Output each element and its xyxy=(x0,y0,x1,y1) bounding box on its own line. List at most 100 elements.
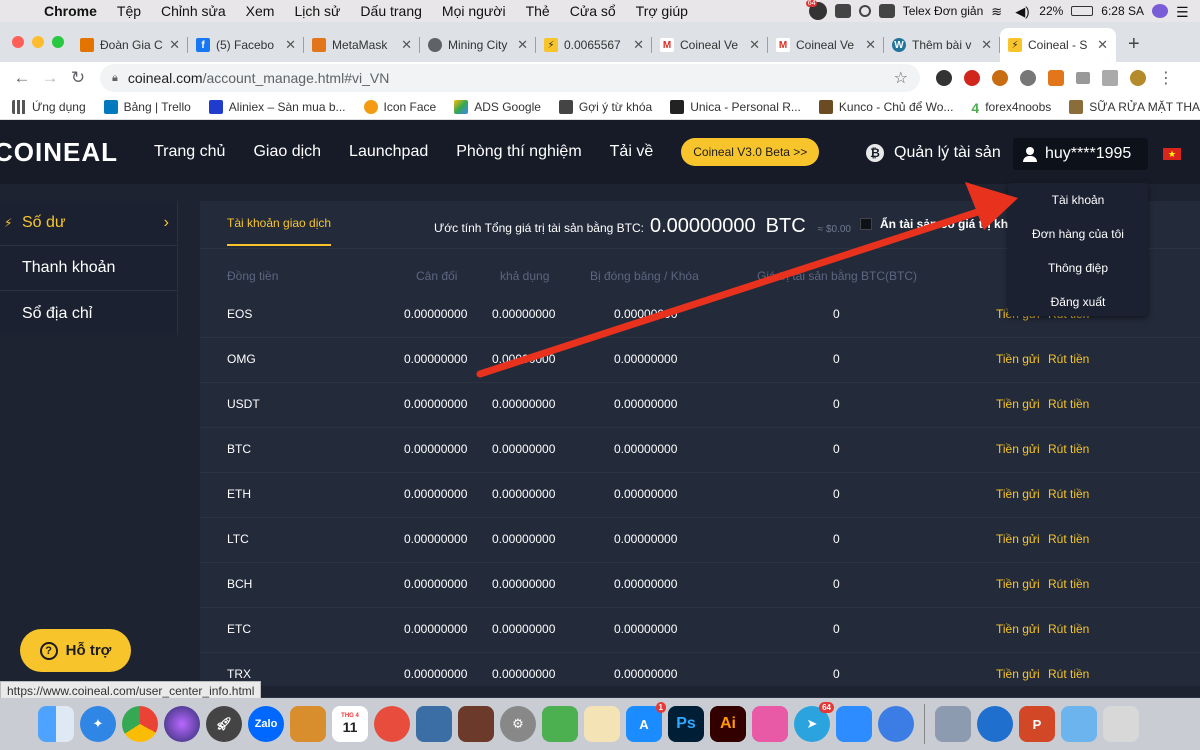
finder-icon[interactable] xyxy=(38,706,74,742)
browser-tab[interactable]: Mining City ✕ xyxy=(420,28,536,62)
browser-tab[interactable]: W Thêm bài v ✕ xyxy=(884,28,1000,62)
menu-item-my-orders[interactable]: Đơn hàng của tôi xyxy=(1008,217,1148,251)
sidebar-item-liquidity[interactable]: Thanh khoản xyxy=(0,246,177,291)
bookmark-item[interactable]: Aliniex – Sàn mua b... xyxy=(208,99,346,114)
maps-icon[interactable] xyxy=(542,706,578,742)
nav-trade[interactable]: Giao dịch xyxy=(253,143,321,161)
deposit-link[interactable]: Tiền gửi xyxy=(996,487,1040,501)
close-tab-icon[interactable]: ✕ xyxy=(981,37,992,53)
menu-view[interactable]: Xem xyxy=(236,3,285,19)
nav-download[interactable]: Tải về xyxy=(610,143,654,161)
battery-icon[interactable] xyxy=(1071,6,1094,16)
screen-recorder-icon[interactable] xyxy=(374,706,410,742)
zalo-icon[interactable]: Zalo xyxy=(248,706,284,742)
browser-tab[interactable]: ⚡ 0.0065567 ✕ xyxy=(536,28,652,62)
notes-icon[interactable] xyxy=(290,706,326,742)
deposit-link[interactable]: Tiền gửi xyxy=(996,532,1040,546)
tab-trading-account[interactable]: Tài khoản giao dịch xyxy=(227,216,332,246)
close-tab-icon[interactable]: ✕ xyxy=(1097,37,1108,53)
close-tab-icon[interactable]: ✕ xyxy=(749,37,760,53)
forward-icon[interactable]: → xyxy=(36,68,64,88)
lock-icon[interactable]: 🔒︎ xyxy=(112,72,118,85)
withdraw-link[interactable]: Rút tiền xyxy=(1048,532,1089,546)
display-icon[interactable] xyxy=(834,4,851,18)
deposit-link[interactable]: Tiền gửi xyxy=(996,622,1040,636)
preview-icon[interactable] xyxy=(584,706,620,742)
nav-launchpad[interactable]: Launchpad xyxy=(349,143,428,161)
chrome-menu-icon[interactable]: ⋮ xyxy=(1158,68,1174,88)
extension-icon[interactable] xyxy=(1102,70,1118,86)
bookmark-apps[interactable]: Ứng dụng xyxy=(12,99,86,114)
beta-button[interactable]: Coineal V3.0 Beta >> xyxy=(681,138,820,166)
menu-edit[interactable]: Chỉnh sửa xyxy=(151,3,236,19)
input-method-label[interactable]: Telex Đơn giản xyxy=(903,4,984,18)
close-tab-icon[interactable]: ✕ xyxy=(169,37,180,53)
photoshop-icon[interactable]: Ps xyxy=(668,706,704,742)
cookie-icon[interactable] xyxy=(992,70,1008,86)
browser-tab[interactable]: Đoàn Gia C ✕ xyxy=(72,28,188,62)
bookmark-star-icon[interactable]: ☆ xyxy=(894,68,908,88)
siri-icon[interactable] xyxy=(1152,4,1168,18)
extension-icon[interactable] xyxy=(936,70,952,86)
withdraw-link[interactable]: Rút tiền xyxy=(1048,397,1089,411)
vietnam-flag-icon[interactable]: ★ xyxy=(1163,148,1181,160)
sidebar-item-address-book[interactable]: Sổ địa chỉ xyxy=(0,291,177,336)
browser-tab-active[interactable]: ⚡ Coineal - S ✕ xyxy=(1000,28,1116,62)
wifi-icon[interactable]: ≋ xyxy=(991,4,1007,19)
deposit-link[interactable]: Tiền gửi xyxy=(996,352,1040,366)
deposit-link[interactable]: Tiền gửi xyxy=(996,442,1040,456)
menu-file[interactable]: Tệp xyxy=(107,3,151,19)
menu-tab[interactable]: Thẻ xyxy=(516,3,560,19)
launchpad-icon[interactable]: 🚀︎ xyxy=(206,706,242,742)
app-store-icon[interactable]: A1 xyxy=(626,702,666,742)
menu-people[interactable]: Mọi người xyxy=(432,3,516,19)
profile-avatar[interactable] xyxy=(1130,70,1146,86)
menu-help[interactable]: Trợ giúp xyxy=(626,3,698,19)
chrome-icon[interactable] xyxy=(122,706,158,742)
input-method-icon[interactable] xyxy=(878,4,895,18)
menu-item-messages[interactable]: Thông điệp xyxy=(1008,251,1148,285)
quicktime-icon[interactable] xyxy=(977,706,1013,742)
address-bar[interactable]: 🔒︎ coineal.com/account_manage.html#vi_VN… xyxy=(100,64,920,92)
withdraw-link[interactable]: Rút tiền xyxy=(1048,667,1089,681)
extension-icon[interactable] xyxy=(1076,72,1090,84)
globe-extension-icon[interactable] xyxy=(1020,70,1036,86)
tunnel-icon[interactable] xyxy=(878,706,914,742)
withdraw-link[interactable]: Rút tiền xyxy=(1048,442,1089,456)
withdraw-link[interactable]: Rút tiền xyxy=(1048,577,1089,591)
menu-history[interactable]: Lịch sử xyxy=(284,3,350,19)
withdraw-link[interactable]: Rút tiền xyxy=(1048,622,1089,636)
support-button[interactable]: ? Hỗ trợ xyxy=(20,629,131,672)
teamviewer-icon[interactable] xyxy=(416,706,452,742)
reload-icon[interactable]: ↻ xyxy=(64,68,92,88)
menu-bookmarks[interactable]: Dấu trang xyxy=(350,3,431,19)
bookmark-item[interactable]: ADS Google xyxy=(454,99,541,114)
close-tab-icon[interactable]: ✕ xyxy=(633,37,644,53)
close-window-icon[interactable] xyxy=(12,36,24,48)
asset-manager-link[interactable]: ₿ Quản lý tài sản xyxy=(866,144,1001,162)
downloads-folder-icon[interactable] xyxy=(1061,706,1097,742)
telegram-icon[interactable]: ➤ 64 xyxy=(794,702,834,742)
back-icon[interactable]: ← xyxy=(8,68,36,88)
trash-icon[interactable] xyxy=(1103,706,1139,742)
bookmark-item[interactable]: Bảng | Trello xyxy=(103,99,191,114)
hide-small-checkbox[interactable] xyxy=(860,218,872,230)
user-menu-button[interactable]: huy****1995 xyxy=(1013,138,1148,170)
clock[interactable]: 6:28 SA xyxy=(1101,4,1144,18)
opera-icon[interactable] xyxy=(964,70,980,86)
new-tab-icon[interactable]: + xyxy=(1116,33,1152,62)
browser-tab[interactable]: f (5) Facebo ✕ xyxy=(188,28,304,62)
withdraw-link[interactable]: Rút tiền xyxy=(1048,487,1089,501)
image-capture-icon[interactable] xyxy=(935,706,971,742)
powerpoint-icon[interactable]: P xyxy=(1019,706,1055,742)
browser-tab[interactable]: M Coineal Ve ✕ xyxy=(652,28,768,62)
zoom-icon[interactable] xyxy=(836,706,872,742)
sidebar-item-balance[interactable]: ⚡ Số dư › xyxy=(0,201,177,246)
menu-item-logout[interactable]: Đăng xuất xyxy=(1008,285,1148,319)
bookmark-item[interactable]: Kunco - Chủ để Wo... xyxy=(818,99,953,114)
withdraw-link[interactable]: Rút tiền xyxy=(1048,352,1089,366)
bookmark-item[interactable]: 4 forex4noobs xyxy=(971,100,1051,116)
nav-lab[interactable]: Phòng thí nghiệm xyxy=(456,143,581,161)
bookmark-item[interactable]: Icon Face xyxy=(363,99,436,114)
deposit-link[interactable]: Tiền gửi xyxy=(996,397,1040,411)
